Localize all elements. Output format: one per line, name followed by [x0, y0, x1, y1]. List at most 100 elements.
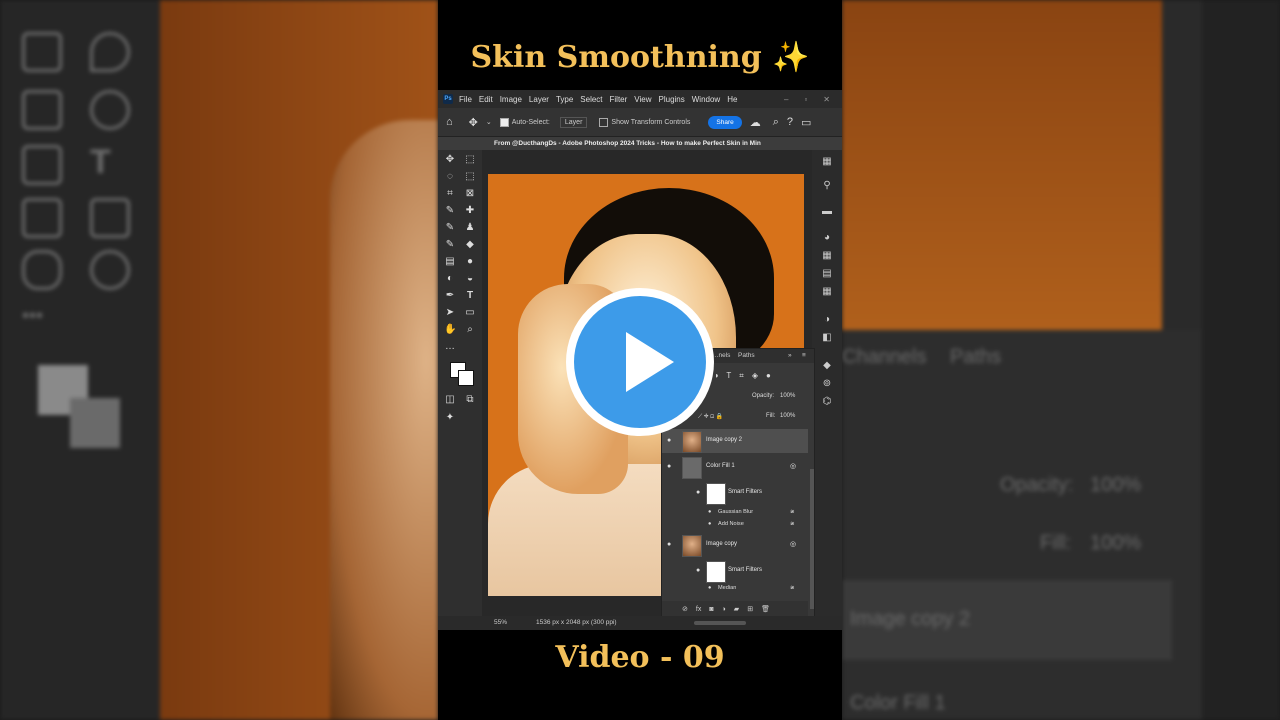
brush-tool-icon[interactable]: ✎ [444, 222, 456, 234]
eye-icon[interactable]: ● [696, 567, 700, 574]
delete-layer-icon[interactable]: 🗑 [761, 605, 770, 613]
tab-channels[interactable]: …nels [712, 349, 730, 363]
object-select-icon[interactable]: ⬚ [464, 171, 476, 183]
share-button[interactable]: Share [708, 115, 742, 129]
blending-options-icon[interactable]: ≆ [790, 521, 795, 527]
auto-select-dropdown[interactable]: Layer [559, 116, 588, 128]
filter-adjust-icon[interactable]: ◑ [714, 371, 719, 381]
cloud-icon[interactable]: ☁ [750, 116, 761, 129]
color-icon[interactable]: ◕ [821, 232, 833, 244]
rectangle-tool-icon[interactable]: ▭ [464, 307, 476, 319]
help-icon[interactable]: ? [787, 116, 793, 128]
channels-icon[interactable]: ⊚ [821, 378, 833, 390]
comments-icon[interactable]: ▬ [821, 206, 833, 218]
menu-edit[interactable]: Edit [479, 95, 493, 104]
background-color-swatch[interactable] [458, 370, 474, 386]
chevron-down-icon[interactable]: ⌄ [486, 118, 492, 126]
path-select-icon[interactable]: ➤ [444, 307, 456, 319]
mask-icon[interactable]: ◙ [709, 606, 713, 613]
adjust-icon[interactable]: ⚲ [821, 180, 833, 192]
menu-filter[interactable]: Filter [610, 95, 628, 104]
restore-icon[interactable]: ▫ [804, 95, 807, 104]
blending-options-icon[interactable]: ≆ [790, 509, 795, 515]
eye-icon[interactable]: ● [696, 489, 700, 496]
smart-filters-row-2[interactable]: ● Smart Filters [662, 559, 808, 583]
marquee-tool-icon[interactable]: ⬚ [464, 154, 476, 166]
adjustments-icon[interactable]: ◑ [821, 314, 833, 326]
collapse-icon[interactable]: » [788, 349, 792, 363]
layer-image-copy[interactable]: ● Image copy ◎ [662, 533, 808, 557]
blending-options-icon[interactable]: ≆ [790, 585, 795, 591]
menu-help[interactable]: He [727, 95, 737, 104]
eyedropper-icon[interactable]: ✎ [444, 205, 456, 217]
filter-smart-icon[interactable]: ◈ [752, 371, 758, 381]
filter-gaussian-blur[interactable]: ● Gaussian Blur ≆ [662, 509, 808, 521]
gradient-tool-icon[interactable]: ▤ [444, 256, 456, 268]
new-layer-icon[interactable]: ⊞ [747, 605, 753, 613]
zoom-level[interactable]: 55% [494, 616, 507, 630]
link-icon[interactable]: ⊘ [682, 605, 688, 613]
lasso-tool-icon[interactable]: ◌ [444, 171, 456, 183]
play-button[interactable] [566, 288, 714, 436]
filter-shape-icon[interactable]: ⌗ [739, 371, 744, 381]
menu-type[interactable]: Type [556, 95, 573, 104]
healing-brush-icon[interactable]: ✚ [464, 205, 476, 217]
layers-icon[interactable]: ◆ [821, 360, 833, 372]
tab-paths[interactable]: Paths [738, 349, 755, 363]
move-tool-icon[interactable]: ✥ [444, 154, 456, 166]
menu-file[interactable]: File [459, 95, 472, 104]
eye-icon[interactable]: ● [667, 541, 671, 548]
dodge-tool-icon[interactable]: ◐ [444, 273, 456, 285]
eye-icon[interactable]: ● [708, 509, 711, 515]
close-icon[interactable]: ✕ [823, 95, 830, 104]
layer-image-copy-2[interactable]: ● Image copy 2 [662, 429, 808, 453]
menu-select[interactable]: Select [580, 95, 602, 104]
libraries-icon[interactable]: ◧ [821, 332, 833, 344]
workspace-icon[interactable]: ▭ [801, 116, 811, 129]
opacity-value[interactable]: 100% [780, 393, 795, 399]
properties-icon[interactable]: ▦ [821, 156, 833, 168]
generative-icon[interactable]: ✦ [444, 412, 456, 424]
move-icon[interactable]: ✥ [469, 116, 478, 129]
type-tool-icon[interactable]: T [464, 290, 476, 302]
gradients-icon[interactable]: ▤ [821, 268, 833, 280]
screen-mode-icon[interactable]: ⧉ [464, 394, 476, 406]
patterns-icon[interactable]: ▦ [821, 286, 833, 298]
eye-icon[interactable]: ● [708, 521, 711, 527]
search-icon[interactable]: ⌕ [773, 116, 779, 129]
transform-controls-checkbox[interactable] [599, 117, 609, 127]
fx-icon[interactable]: fx [696, 606, 701, 613]
minimize-icon[interactable]: – [784, 95, 788, 104]
history-brush-icon[interactable]: ✎ [444, 239, 456, 251]
swatches-icon[interactable]: ▦ [821, 250, 833, 262]
blur-tool-icon[interactable]: ● [464, 256, 476, 268]
menu-image[interactable]: Image [500, 95, 522, 104]
eye-icon[interactable]: ● [708, 585, 711, 591]
horizontal-scrollbar[interactable] [694, 621, 746, 625]
adjustment-layer-icon[interactable]: ◑ [722, 606, 726, 613]
group-icon[interactable]: ▰ [734, 605, 739, 613]
layer-color-fill-1[interactable]: ● Color Fill 1 ◎ [662, 455, 808, 479]
pen-tool-icon[interactable]: ✒ [444, 290, 456, 302]
eye-icon[interactable]: ● [667, 437, 671, 444]
filter-add-noise[interactable]: ● Add Noise ≆ [662, 521, 808, 533]
menu-view[interactable]: View [634, 95, 651, 104]
crop-tool-icon[interactable]: ⌗ [444, 188, 456, 200]
fill-value[interactable]: 100% [780, 413, 795, 419]
smart-filters-row[interactable]: ● Smart Filters [662, 481, 808, 505]
eye-icon[interactable]: ● [667, 463, 671, 470]
menu-layer[interactable]: Layer [529, 95, 549, 104]
paths-icon[interactable]: ⌬ [821, 396, 833, 408]
hand-tool-icon[interactable]: ✋ [444, 324, 456, 336]
layers-scrollbar[interactable] [810, 469, 814, 609]
filter-toggle-icon[interactable]: ● [766, 371, 771, 381]
document-tab[interactable]: From @DucthangDs - Adobe Photoshop 2024 … [438, 137, 842, 151]
menu-window[interactable]: Window [692, 95, 720, 104]
zoom-tool-icon[interactable]: ⌕ [464, 324, 476, 336]
eraser-icon[interactable]: ◆ [464, 239, 476, 251]
auto-select-checkbox[interactable] [499, 117, 509, 127]
stamp-tool-icon[interactable]: ♟ [464, 222, 476, 234]
frame-tool-icon[interactable]: ⊠ [464, 188, 476, 200]
filter-type-icon[interactable]: T [726, 371, 731, 381]
quick-mask-icon[interactable]: ◫ [444, 394, 456, 406]
